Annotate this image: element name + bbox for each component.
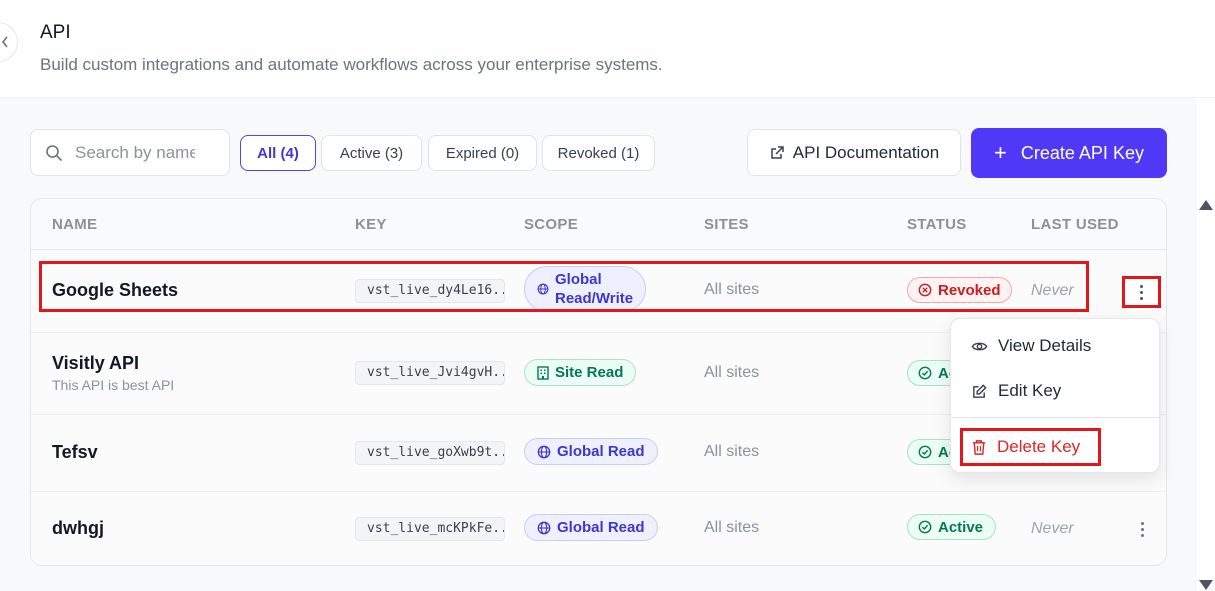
filter-active[interactable]: Active (3) (321, 135, 422, 171)
filter-revoked[interactable]: Revoked (1) (542, 135, 655, 171)
key-name: Visitly API (52, 353, 140, 373)
sites-value: All sites (704, 364, 760, 381)
menu-item-label: Delete Key (997, 437, 1081, 456)
column-last-used: LAST USED (1031, 216, 1119, 233)
column-key: KEY (355, 216, 387, 233)
scope-label: Site Read (555, 364, 624, 381)
create-api-key-label: Create API Key (1020, 142, 1144, 163)
scroll-down-arrow[interactable] (1199, 580, 1213, 590)
filter-all[interactable]: All (4) (240, 135, 316, 171)
menu-item-view-details[interactable]: View Details (971, 336, 1091, 356)
page-header: API Build custom integrations and automa… (0, 0, 1215, 98)
page-subtitle: Build custom integrations and automate w… (40, 55, 663, 74)
scope-text: Global Read/Write (555, 270, 633, 308)
sites-value: All sites (704, 443, 760, 460)
scope-line-2: Read/Write (555, 290, 634, 307)
menu-item-label: Edit Key (998, 381, 1062, 400)
scope-badge: Global Read/Write (524, 266, 647, 312)
sites-value: All sites (704, 281, 760, 298)
column-status: STATUS (907, 216, 967, 233)
chevron-left-icon (1, 36, 8, 48)
eye-icon (971, 342, 988, 350)
key-description: This API is best API (52, 377, 175, 393)
status-label: Revoked (938, 281, 1001, 299)
building-icon (537, 365, 549, 380)
dot (1140, 533, 1144, 537)
menu-item-edit-key[interactable]: Edit Key (971, 381, 1061, 401)
status-label: Active (938, 518, 984, 536)
scope-line-1: Global (555, 271, 602, 288)
dot (1140, 527, 1144, 531)
search-input[interactable] (75, 142, 195, 163)
check-circle-icon (918, 445, 932, 459)
menu-divider (951, 417, 1159, 418)
more-vertical-icon (1140, 284, 1143, 300)
search-icon (46, 144, 62, 161)
last-used-value: Never (1031, 282, 1074, 299)
table-row[interactable]: dwhgj vst_live_mcKPkFe... Global Read Al… (31, 492, 1166, 565)
status-badge: Revoked (907, 277, 1012, 303)
key-name: dwhgj (52, 518, 104, 538)
scope-badge: Site Read (524, 359, 637, 386)
back-button[interactable] (0, 22, 18, 62)
table-header: NAME KEY SCOPE SITES STATUS LAST USED (31, 199, 1166, 250)
menu-item-delete-key[interactable]: Delete Key (971, 437, 1080, 457)
globe-icon (537, 445, 551, 458)
column-name: NAME (52, 216, 98, 233)
row-actions-button[interactable] (1122, 276, 1161, 308)
create-api-key-button[interactable]: + Create API Key (971, 128, 1167, 178)
search-box[interactable] (30, 129, 230, 176)
x-circle-icon (918, 283, 932, 297)
dot (1140, 521, 1144, 525)
plus-icon: + (994, 140, 1007, 165)
row-actions-button[interactable] (1133, 518, 1151, 540)
api-documentation-button[interactable]: API Documentation (747, 129, 961, 176)
key-value: vst_live_mcKPkFe... (355, 517, 505, 541)
edit-icon (973, 383, 987, 398)
row-actions-menu: View Details Edit Key Delete Key (950, 318, 1160, 473)
status-badge: Active (907, 514, 996, 540)
column-scope: SCOPE (524, 216, 579, 233)
filter-expired[interactable]: Expired (0) (428, 135, 537, 171)
last-used-value: Never (1031, 520, 1074, 537)
column-sites: SITES (704, 216, 749, 233)
key-value: vst_live_Jvi4gvH... (355, 361, 505, 385)
trash-icon (972, 439, 986, 455)
key-name: Tefsv (52, 442, 98, 462)
external-link-icon (771, 145, 784, 159)
scope-label: Global Read (557, 443, 645, 460)
api-documentation-label: API Documentation (792, 142, 940, 162)
check-circle-icon (918, 366, 932, 380)
key-name: Google Sheets (52, 280, 179, 300)
menu-item-label: View Details (998, 336, 1092, 355)
scroll-up-arrow[interactable] (1199, 200, 1213, 210)
key-value: vst_live_dy4Le16... (355, 279, 505, 303)
sites-value: All sites (704, 519, 760, 536)
scope-badge: Global Read (524, 514, 658, 541)
globe-icon (537, 283, 549, 295)
key-value: vst_live_goXwb9t... (355, 441, 505, 465)
scope-label: Global Read (557, 519, 645, 536)
page-title: API (40, 22, 71, 43)
check-circle-icon (918, 520, 932, 534)
globe-icon (537, 521, 551, 534)
scope-badge: Global Read (524, 438, 658, 465)
